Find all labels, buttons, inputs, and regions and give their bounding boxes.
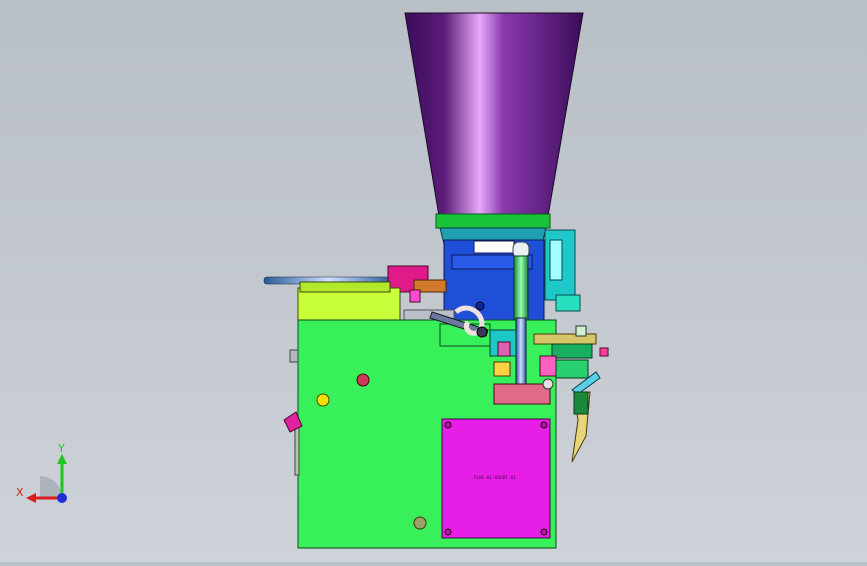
y-axis-label: Y [58,442,65,455]
triad-arrows [26,454,67,503]
cone-hopper-icon[interactable] [404,12,584,245]
nameplate-text: PLNL-DL-VDGDT 01 [474,475,516,480]
x-axis-label: X [16,486,24,499]
axis-triad: X Y [14,440,74,510]
cad-viewport[interactable]: PLNL-DL-VDGDT 01 X Y [0,0,867,562]
machine-model[interactable] [0,0,867,562]
z-axis-dot [57,493,67,503]
